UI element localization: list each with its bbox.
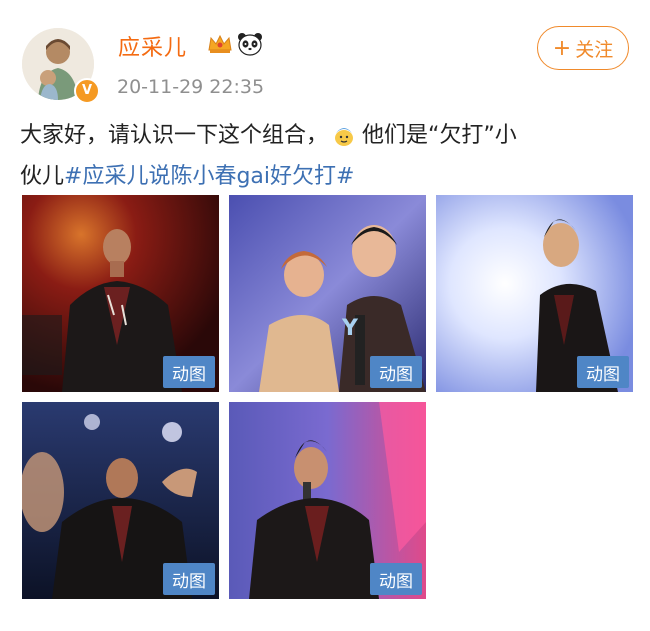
gif-badge: 动图 — [577, 356, 629, 388]
emoji-icon — [332, 123, 356, 159]
media-item[interactable]: 动图 — [22, 195, 219, 392]
media-item[interactable]: 动图 — [436, 195, 633, 392]
media-item[interactable]: 动图 — [229, 402, 426, 599]
post-text: 大家好，请认识一下这个组合， 他们是“欠打”小 伙儿#应采儿说陈小春gai好欠打… — [20, 118, 630, 195]
username[interactable]: 应采儿 — [118, 30, 187, 62]
gif-badge: 动图 — [163, 563, 215, 595]
verified-icon: V — [74, 78, 100, 104]
plus-icon: + — [552, 35, 572, 61]
post-text-line2: 伙儿 — [20, 164, 65, 189]
hashtag-link[interactable]: #应采儿说陈小春gai好欠打# — [64, 164, 354, 189]
gif-badge: 动图 — [163, 356, 215, 388]
gif-badge: 动图 — [370, 356, 422, 388]
svg-text:Y: Y — [341, 316, 359, 341]
crown-icon — [207, 33, 233, 59]
post-text-line1b: 他们是“欠打”小 — [362, 123, 517, 148]
post-text-line1: 大家好，请认识一下这个组合， — [20, 123, 329, 148]
post-time: 20-11-29 22:35 — [117, 76, 265, 98]
media-item[interactable]: Y 动图 — [229, 195, 426, 392]
media-item[interactable]: 动图 — [22, 402, 219, 599]
gif-badge: 动图 — [370, 563, 422, 595]
panda-icon — [237, 32, 263, 60]
follow-label: 关注 — [575, 38, 614, 61]
follow-button[interactable]: + 关注 — [537, 26, 629, 70]
